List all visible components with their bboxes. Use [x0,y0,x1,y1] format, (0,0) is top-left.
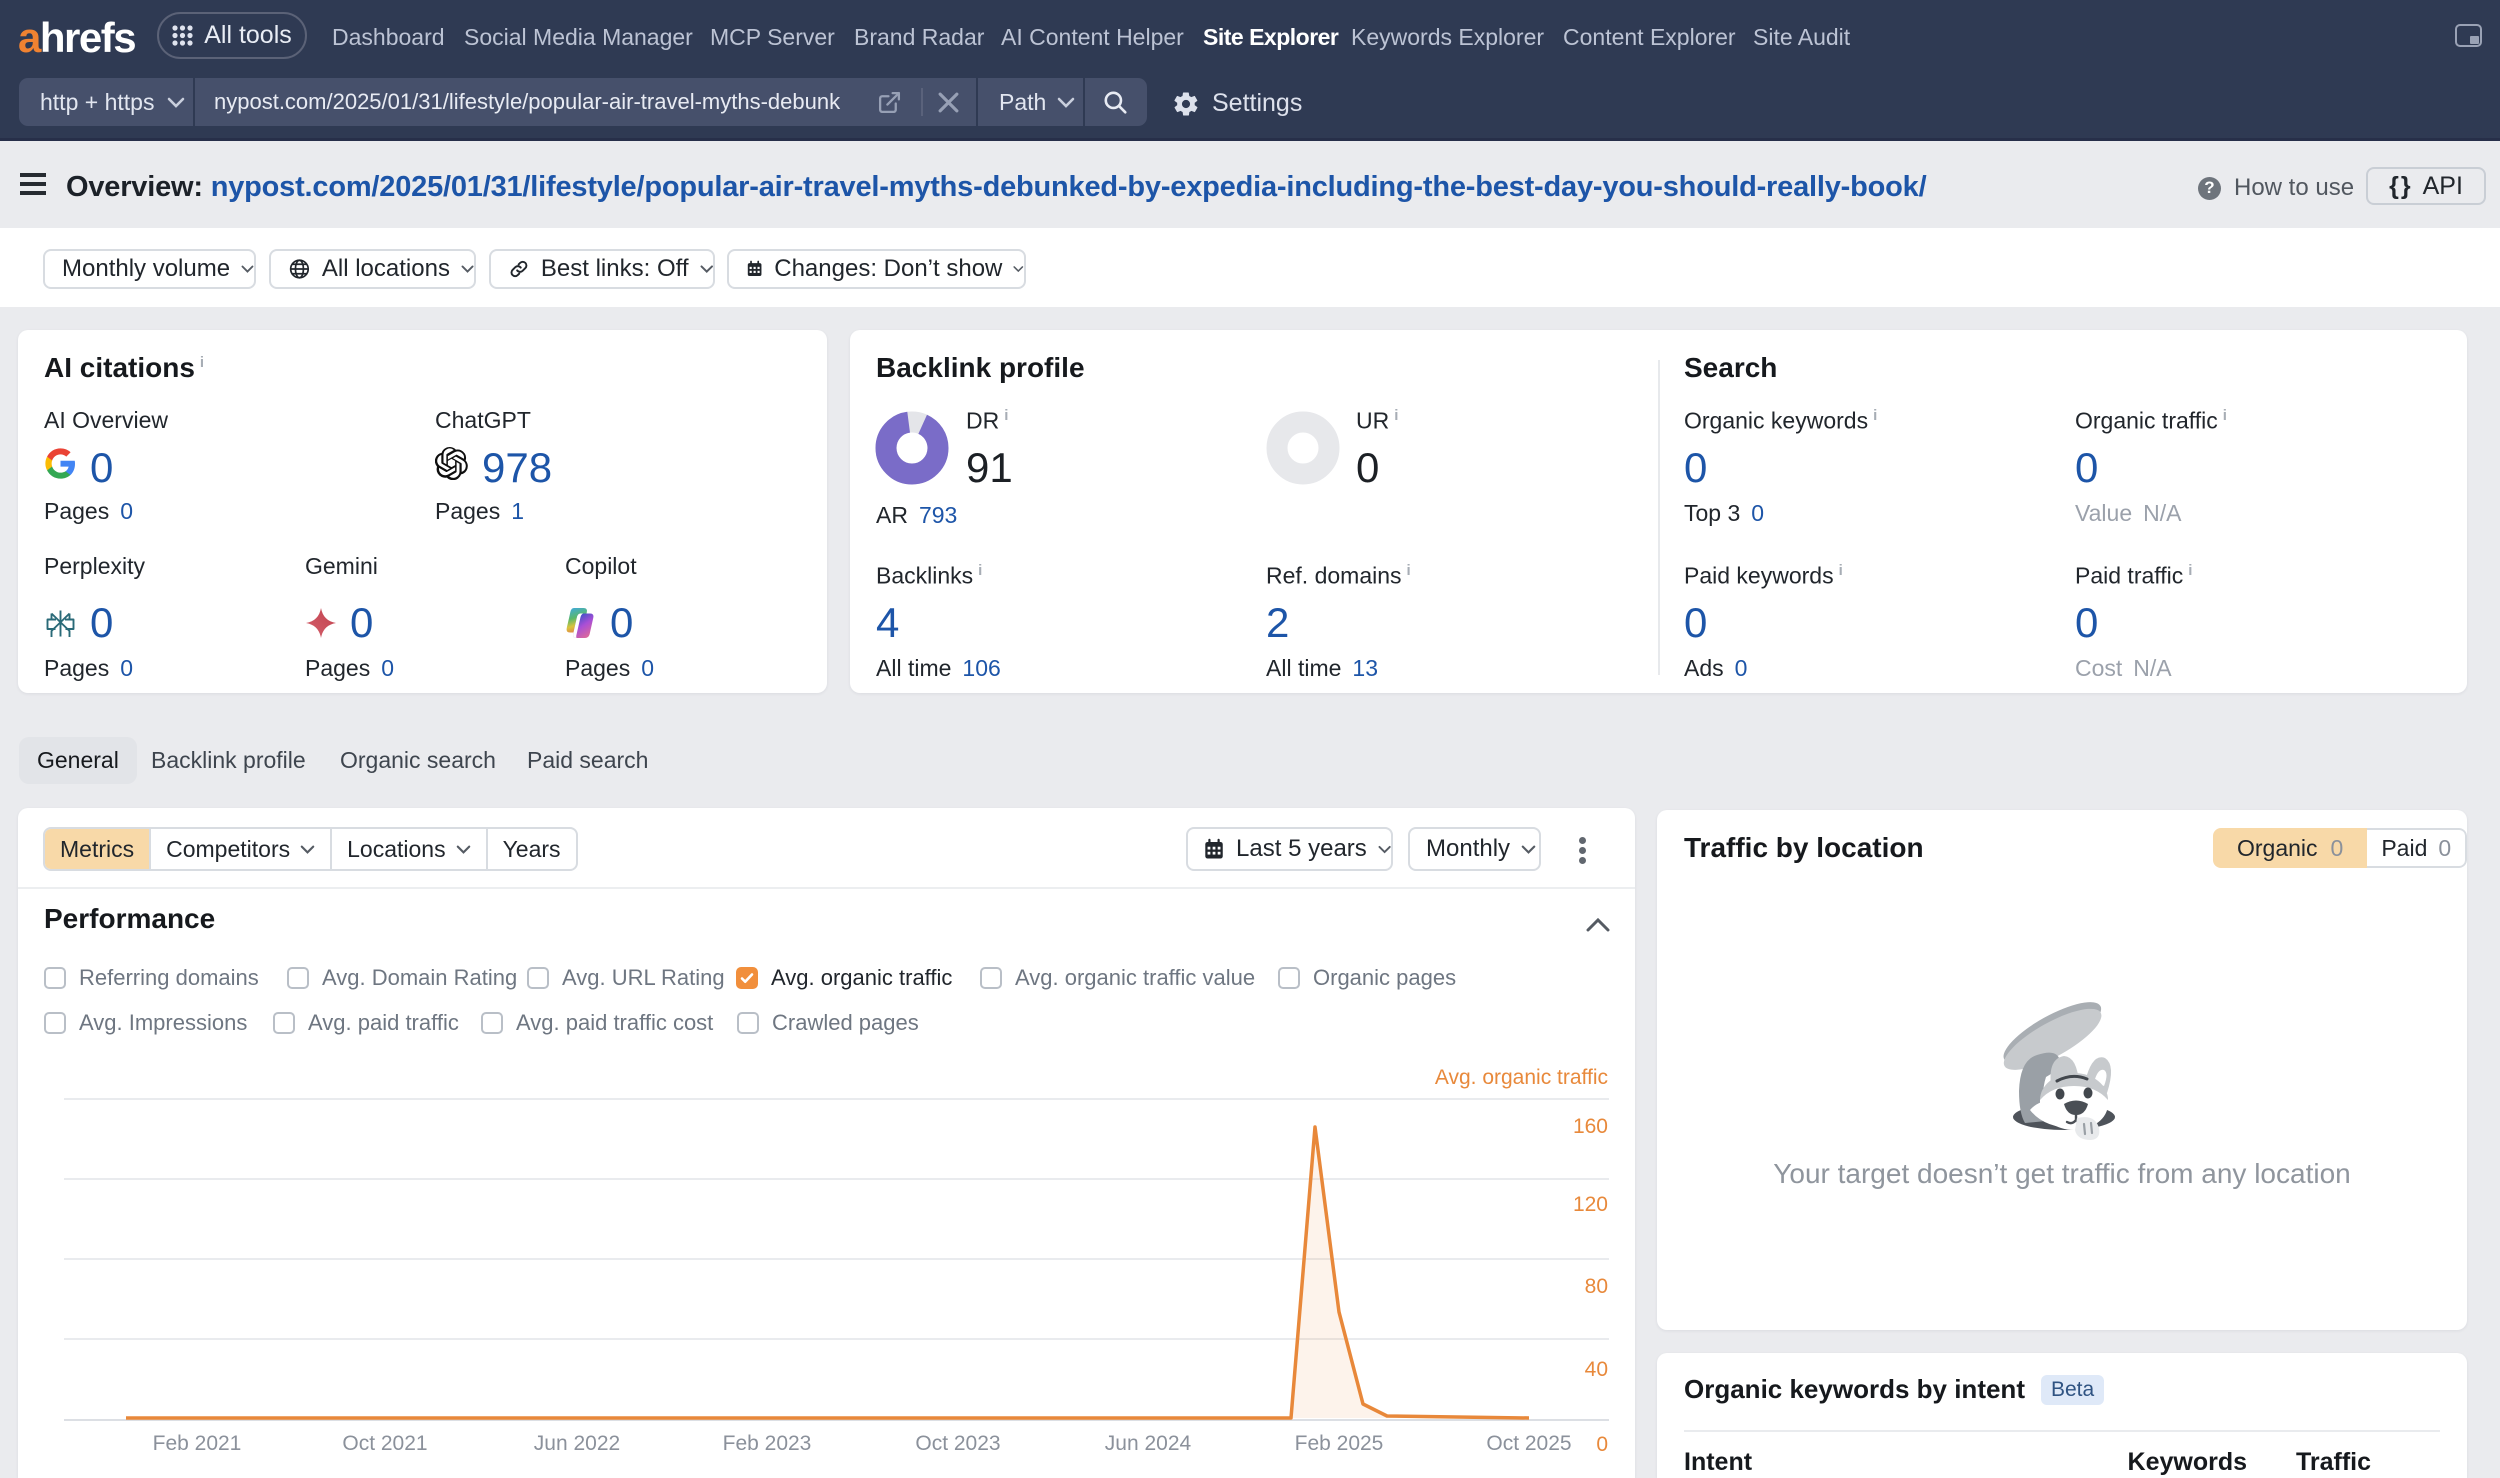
svg-text:Oct 2025: Oct 2025 [1486,1432,1571,1455]
svg-text:0: 0 [1596,1433,1608,1456]
svg-text:Oct 2021: Oct 2021 [342,1432,427,1455]
svg-text:Oct 2023: Oct 2023 [915,1432,1000,1455]
svg-text:80: 80 [1585,1275,1608,1298]
svg-text:Feb 2023: Feb 2023 [723,1432,812,1455]
svg-text:120: 120 [1573,1193,1608,1216]
svg-text:40: 40 [1585,1358,1608,1381]
svg-text:160: 160 [1573,1115,1608,1138]
svg-text:Jun 2022: Jun 2022 [534,1432,620,1455]
svg-text:Jun 2024: Jun 2024 [1105,1432,1192,1455]
svg-text:Feb 2025: Feb 2025 [1295,1432,1384,1455]
svg-text:Feb 2021: Feb 2021 [153,1432,242,1455]
